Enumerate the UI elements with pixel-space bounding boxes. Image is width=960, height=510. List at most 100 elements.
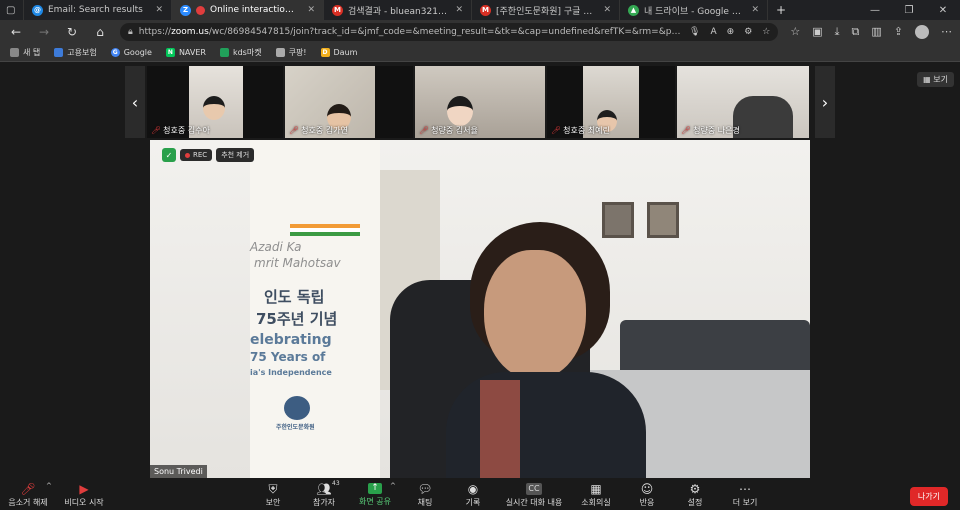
toolbar-label: 음소거 해제	[8, 497, 48, 507]
speaker-scarf	[480, 380, 520, 478]
leave-meeting-button[interactable]: 나가기	[909, 487, 948, 506]
toolbar-label: 참가자	[312, 497, 336, 507]
zoom-level-icon[interactable]: ⊕	[727, 27, 735, 37]
tab-email[interactable]: @ Email: Search results ✕	[24, 0, 172, 20]
bookmark-naver[interactable]: N NAVER	[165, 48, 206, 57]
mic-muted-icon: 🎤︎	[551, 126, 562, 135]
forward-icon[interactable]: →	[36, 25, 52, 39]
participant-tile[interactable]: 🎤︎ 청호중 김수아	[147, 66, 283, 138]
participant-face	[447, 96, 473, 126]
google-icon: G	[110, 48, 120, 57]
participant-name-text: 청호중 김가연	[301, 126, 348, 135]
refresh-icon[interactable]: ↻	[64, 25, 80, 39]
record-button[interactable]: ◉ 기록	[458, 480, 488, 510]
tab-zoom[interactable]: Z Online interaction with Tea ✕	[172, 0, 324, 20]
bookmark-coupang[interactable]: 쿠팡!	[275, 47, 307, 58]
url-field[interactable]: 🔒︎ https://zoom.us/wc/86984547815/join?t…	[120, 23, 779, 41]
extensions-icon[interactable]: ⧉	[852, 25, 860, 39]
chevron-up-icon[interactable]: ^	[390, 482, 396, 490]
toolbar-label: 설정	[687, 497, 703, 507]
participant-face	[733, 96, 793, 138]
downloads-icon[interactable]: ⤓	[835, 25, 840, 39]
chat-icon: 💬︎	[417, 481, 433, 496]
bookmark-label: NAVER	[178, 48, 206, 57]
bookmark-google[interactable]: G Google	[110, 48, 152, 57]
tab-menu[interactable]: ▢	[0, 0, 24, 20]
chevron-right-icon: ›	[821, 92, 829, 112]
url-path: /wc/86984547815/join?track_id=&jmf_code=…	[208, 27, 684, 37]
close-icon[interactable]: ✕	[155, 5, 163, 15]
microphone-icon[interactable]: 🎙︎	[689, 27, 700, 37]
participant-tile[interactable]: 🎤︎ 청량중 김서율	[415, 66, 545, 138]
bookmark-new-tab[interactable]: 새 탭	[10, 47, 40, 58]
toolbar-label: 기록	[465, 497, 481, 507]
zoom-favicon-icon: Z	[180, 4, 191, 16]
prev-page-button[interactable]: ‹	[125, 66, 145, 138]
participant-strip: ‹ 🎤︎ 청호중 김수아 🎤︎ 청호중 김가연 🎤︎ 청량중 김서율 🎤︎ 청호중 최예…	[125, 66, 835, 138]
new-tab-button[interactable]: +	[768, 0, 794, 20]
bookmark-employment-insurance[interactable]: 고용보험	[54, 47, 97, 58]
naver-icon: N	[165, 48, 175, 57]
bookmark-label: 새 탭	[23, 48, 41, 57]
view-button[interactable]: ▦ 보기	[917, 72, 954, 87]
collections-icon[interactable]: ▣	[812, 25, 822, 39]
chevron-up-icon[interactable]: ^	[46, 482, 52, 490]
tab-gmail-drive[interactable]: M [주한인도문화원] 구글 드라이브 ✕	[472, 0, 620, 20]
close-icon[interactable]: ✕	[603, 5, 611, 15]
read-aloud-icon[interactable]: A	[710, 27, 716, 37]
security-button[interactable]: ⛨ 보안	[258, 480, 288, 510]
live-transcript-button[interactable]: CC 실시간 대화 내용	[504, 480, 564, 510]
close-icon[interactable]: ✕	[307, 5, 315, 15]
start-video-button[interactable]: ▶︎ 비디오 시작	[60, 480, 108, 510]
cc-icon: CC	[526, 482, 542, 495]
tab-actions-icon: ▢	[6, 4, 16, 16]
minimize-icon[interactable]: —	[858, 5, 892, 16]
encryption-shield-icon[interactable]: ✓	[162, 148, 176, 162]
speaker-name: Sonu Trivedi	[150, 465, 207, 478]
favorites-icon[interactable]: ☆	[790, 25, 800, 39]
more-button[interactable]: ⋯ 더 보기	[728, 480, 762, 510]
home-icon[interactable]: ⌂	[92, 25, 108, 39]
chat-button[interactable]: 💬︎ 채팅	[410, 480, 440, 510]
participant-tile[interactable]: 🎤︎ 청량중 나은경	[677, 66, 809, 138]
video-off-icon: ▶︎	[79, 481, 89, 496]
bookmark-kds[interactable]: kds마켓	[219, 47, 262, 58]
participant-tile[interactable]: 🎤︎ 청호중 최예린	[547, 66, 675, 138]
back-icon[interactable]: ←	[8, 25, 24, 39]
close-window-icon[interactable]: ✕	[926, 5, 960, 16]
bookmark-daum[interactable]: D Daum	[320, 48, 357, 57]
banner-logo	[284, 396, 310, 420]
tab-title: Email: Search results	[48, 5, 143, 15]
tab-google-drive[interactable]: ▲ 내 드라이브 - Google Drive ✕	[620, 0, 768, 20]
close-icon[interactable]: ✕	[455, 5, 463, 15]
document-icon	[275, 48, 285, 57]
restore-icon[interactable]: ❐	[892, 5, 926, 16]
tracking-icon[interactable]: ⚙︎	[744, 27, 752, 37]
tab-title: 내 드라이브 - Google Drive	[644, 6, 743, 17]
close-icon[interactable]: ✕	[751, 5, 759, 15]
picture-frame	[602, 202, 634, 238]
participant-tile[interactable]: 🎤︎ 청호중 김가연	[285, 66, 413, 138]
avatar[interactable]	[915, 25, 929, 39]
recording-indicator-icon	[196, 5, 205, 15]
participant-count: 43	[332, 480, 340, 487]
breakout-rooms-button[interactable]: ▦ 소회의실	[576, 480, 616, 510]
toolbar-label: 더 보기	[732, 497, 758, 507]
next-page-button[interactable]: ›	[815, 66, 835, 138]
more-menu-icon[interactable]: ⋯	[941, 25, 952, 39]
toolbar-label: 보안	[265, 497, 281, 507]
participants-button[interactable]: 👥︎ 참가자 43	[304, 480, 344, 510]
remove-spotlight-button[interactable]: 추천 제거	[216, 148, 255, 162]
banner-text: 75 Years of	[250, 350, 326, 364]
banner-text: 주한인도문화원	[276, 424, 315, 431]
reactions-button[interactable]: ☺ 반응	[632, 480, 662, 510]
settings-button[interactable]: ⚙︎ 설정	[680, 480, 710, 510]
mic-muted-icon: 🎤︎	[151, 126, 162, 135]
tab-gmail-search[interactable]: M 검색결과 - bluean321@gmail.co ✕	[324, 0, 472, 20]
sidebar-icon[interactable]: ▥	[871, 25, 881, 39]
share-icon[interactable]: ⇪	[894, 25, 903, 39]
favorite-star-icon[interactable]: ☆	[762, 27, 770, 37]
unmute-button[interactable]: 🎤︎ 음소거 해제	[6, 480, 50, 510]
bookmark-label: 쿠팡!	[288, 48, 307, 57]
speaker-body	[446, 372, 646, 478]
